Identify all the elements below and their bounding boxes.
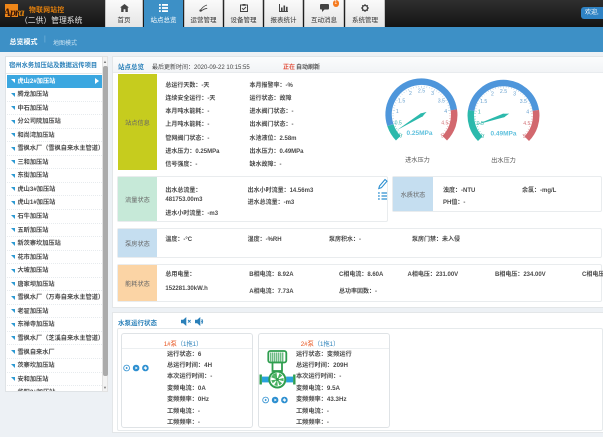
svg-text:0.5: 0.5 bbox=[477, 121, 484, 127]
svg-text:3: 3 bbox=[431, 91, 434, 97]
svg-text:2: 2 bbox=[491, 92, 494, 98]
svg-text:4: 4 bbox=[444, 109, 447, 115]
svg-text:出水压力: 出水压力 bbox=[491, 157, 516, 165]
svg-text:1: 1 bbox=[478, 110, 481, 116]
svg-text:0.25MPa: 0.25MPa bbox=[406, 130, 432, 137]
svg-text:2: 2 bbox=[409, 91, 412, 97]
svg-text:4: 4 bbox=[526, 110, 529, 116]
svg-text:3.5: 3.5 bbox=[520, 99, 527, 105]
svg-text:0.49MPa: 0.49MPa bbox=[490, 131, 516, 138]
svg-text:1.5: 1.5 bbox=[398, 98, 405, 104]
svg-text:0.5: 0.5 bbox=[395, 120, 402, 126]
svg-text:0: 0 bbox=[399, 134, 402, 140]
svg-text:3: 3 bbox=[513, 92, 516, 98]
svg-text:5: 5 bbox=[523, 134, 526, 140]
svg-text:进水压力: 进水压力 bbox=[405, 156, 430, 164]
svg-text:3.5: 3.5 bbox=[438, 98, 445, 104]
svg-text:4.5: 4.5 bbox=[523, 121, 530, 127]
svg-text:5: 5 bbox=[441, 134, 444, 140]
svg-text:2.5: 2.5 bbox=[418, 88, 425, 94]
svg-text:0: 0 bbox=[481, 134, 484, 140]
svg-text:1.5: 1.5 bbox=[480, 99, 487, 105]
svg-text:2.5: 2.5 bbox=[500, 89, 507, 95]
svg-text:1: 1 bbox=[396, 109, 399, 115]
svg-text:4.5: 4.5 bbox=[441, 120, 448, 126]
